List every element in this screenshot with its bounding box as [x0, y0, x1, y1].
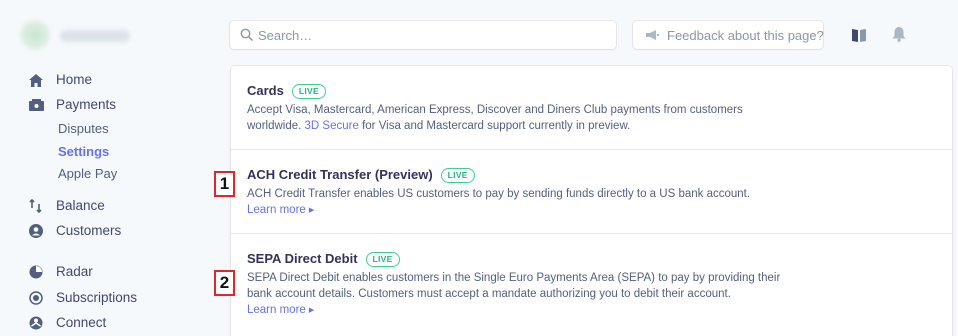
megaphone-icon	[646, 30, 659, 40]
description-line: SEPA Direct Debit enables customers in t…	[247, 272, 781, 284]
top-bar: Feedback about this page?	[230, 21, 952, 49]
book-icon[interactable]	[852, 28, 866, 42]
search-box[interactable]	[230, 21, 616, 49]
connect-icon	[28, 315, 44, 331]
feedback-label: Feedback about this page?	[667, 28, 824, 43]
payments-icon	[28, 97, 44, 113]
live-badge: LIVE	[440, 168, 475, 183]
sidebar-item-label: Connect	[56, 315, 107, 330]
method-title: Cards	[247, 83, 284, 98]
account-logo	[20, 20, 50, 50]
payment-method-ach: ACH Credit Transfer (Preview) LIVE ACH Cr…	[231, 150, 952, 234]
description-line: bank account details. Customers must acc…	[247, 288, 731, 300]
home-icon	[28, 72, 44, 88]
caret-right-icon: ▶	[308, 207, 315, 214]
sidebar-item-label: Payments	[56, 97, 117, 112]
sidebar-item-label: Customers	[56, 223, 122, 238]
live-badge: LIVE	[291, 84, 326, 99]
account-name-blurred	[60, 30, 130, 42]
sidebar-item-label: Settings	[58, 144, 110, 159]
search-icon	[240, 28, 254, 42]
3d-secure-link[interactable]: 3D Secure	[305, 120, 359, 132]
description-text: for Visa and Mastercard support currentl…	[362, 120, 631, 132]
learn-more-link[interactable]: Learn more ▶	[247, 304, 314, 316]
method-description: ACH Credit Transfer enables US customers…	[247, 188, 751, 200]
description-line: Accept Visa, Mastercard, American Expres…	[247, 104, 743, 116]
account-switcher[interactable]	[18, 18, 168, 52]
subscriptions-icon	[28, 290, 44, 306]
live-badge: LIVE	[365, 252, 400, 267]
learn-more-link[interactable]: Learn more ▶	[247, 204, 314, 216]
sidebar-item-label: Apple Pay	[58, 166, 118, 181]
sidebar-item-label: Balance	[56, 198, 105, 213]
feedback-button[interactable]: Feedback about this page?	[633, 21, 824, 49]
callout-marker-2: 2	[214, 270, 235, 296]
caret-right-icon: ▶	[308, 307, 315, 314]
sidebar-item-label: Home	[56, 72, 93, 87]
sidebar-item-label: Radar	[56, 264, 93, 279]
method-title: ACH Credit Transfer (Preview)	[247, 167, 433, 182]
method-description: SEPA Direct Debit enables customers in t…	[247, 270, 780, 302]
payment-method-sepa: SEPA Direct Debit LIVE SEPA Direct Debit …	[231, 234, 952, 336]
sidebar-item-label: Disputes	[58, 121, 109, 136]
balance-icon	[28, 198, 44, 214]
radar-icon	[28, 264, 44, 280]
search-input[interactable]	[258, 26, 598, 44]
customers-icon	[28, 223, 44, 239]
callout-marker-1: 1	[214, 171, 235, 197]
description-text: worldwide.	[247, 120, 302, 132]
method-description: Accept Visa, Mastercard, American Expres…	[247, 102, 743, 134]
sidebar: Home Payments Disputes Settings Apple Pa…	[0, 0, 214, 336]
method-title: SEPA Direct Debit	[247, 251, 358, 266]
bell-icon[interactable]	[892, 26, 906, 42]
sidebar-item-label: Subscriptions	[56, 290, 138, 305]
payment-methods-panel: Cards LIVE Accept Visa, Mastercard, Ameri…	[231, 66, 952, 336]
payment-method-cards: Cards LIVE Accept Visa, Mastercard, Ameri…	[231, 66, 952, 150]
